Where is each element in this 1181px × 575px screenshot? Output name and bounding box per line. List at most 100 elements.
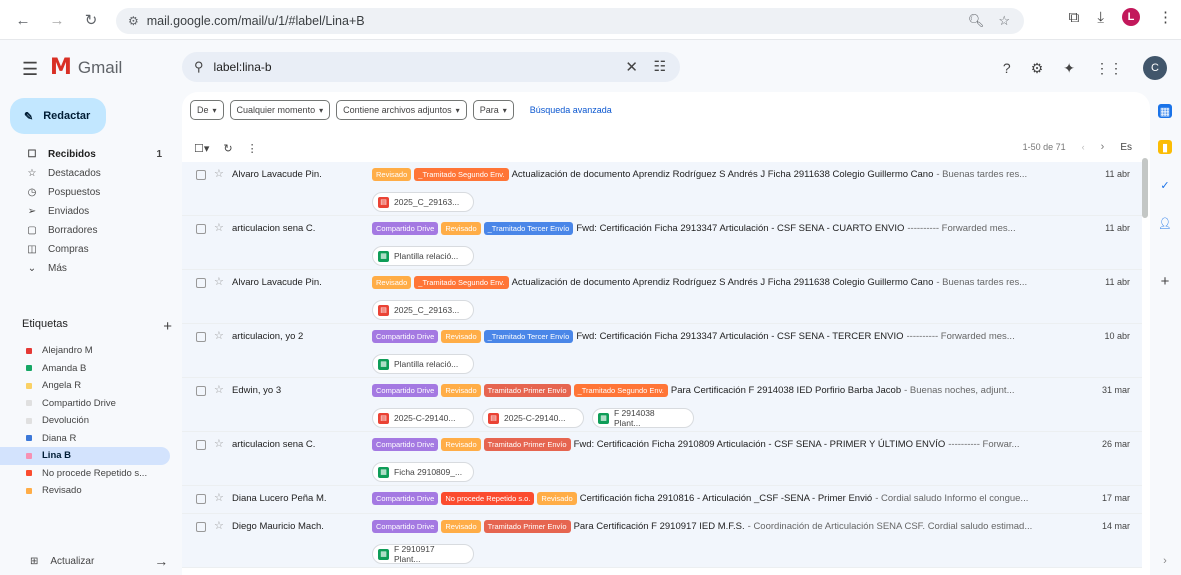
email-label-tag[interactable]: Revisado xyxy=(441,384,481,397)
reload-icon[interactable]: ↻ xyxy=(80,9,102,31)
bookmark-star-icon[interactable]: ☆ xyxy=(998,13,1010,29)
row-checkbox[interactable] xyxy=(196,332,206,342)
sidebar-item-6[interactable]: ⌄ Más xyxy=(0,259,180,278)
filter-chip-0[interactable]: De ▾ xyxy=(190,100,224,120)
star-icon[interactable]: ☆ xyxy=(214,519,224,532)
gmail-logo[interactable]: M Gmail xyxy=(50,57,122,79)
keep-icon[interactable]: ▮ xyxy=(1158,140,1172,154)
row-checkbox[interactable] xyxy=(196,224,206,234)
main-menu-icon[interactable]: ☰ xyxy=(22,59,38,80)
star-icon[interactable]: ☆ xyxy=(214,221,224,234)
browser-menu-icon[interactable]: ⋮ xyxy=(1158,8,1173,26)
back-icon[interactable]: ← xyxy=(12,9,34,31)
label-item-8[interactable]: Revisado xyxy=(0,482,180,500)
row-checkbox[interactable] xyxy=(196,386,206,396)
filter-chip-3[interactable]: Para ▾ xyxy=(472,100,514,120)
row-checkbox[interactable] xyxy=(196,278,206,288)
email-label-tag[interactable]: Revisado xyxy=(441,222,481,235)
row-checkbox[interactable] xyxy=(196,440,206,450)
email-label-tag[interactable]: Compartido Drive xyxy=(372,438,439,451)
tasks-icon[interactable]: ✓ xyxy=(1158,178,1172,192)
email-label-tag[interactable]: _Tramitado Segundo Env. xyxy=(414,276,509,289)
email-label-tag[interactable]: Revisado xyxy=(372,168,412,181)
label-item-0[interactable]: Alejandro M xyxy=(0,342,180,360)
input-tools-language[interactable]: Es xyxy=(1120,142,1132,153)
email-label-tag[interactable]: Compartido Drive xyxy=(372,330,439,343)
forward-icon[interactable]: → xyxy=(46,9,68,31)
filter-chip-1[interactable]: Cualquier momento ▾ xyxy=(229,100,331,120)
attachment-chip[interactable]: ▦ Plantilla relació... xyxy=(372,246,474,266)
filter-chip-2[interactable]: Contiene archivos adjuntos ▾ xyxy=(336,100,467,120)
select-all-checkbox[interactable]: ☐▾ xyxy=(194,142,209,155)
email-label-tag[interactable]: No procede Repetido s.o. xyxy=(441,492,535,505)
compose-button[interactable]: ✎ Redactar xyxy=(10,98,106,134)
settings-gear-icon[interactable]: ⚙ xyxy=(1031,60,1044,77)
label-item-7[interactable]: No procede Repetido s... xyxy=(0,465,180,483)
upgrade-row[interactable]: ⊞ Actualizar → xyxy=(30,553,168,569)
next-page-icon[interactable]: › xyxy=(1101,141,1105,153)
row-checkbox[interactable] xyxy=(196,170,206,180)
email-label-tag[interactable]: Tramitado Primer Envío xyxy=(483,438,571,451)
help-icon[interactable]: ? xyxy=(1003,60,1011,76)
email-label-tag[interactable]: Compartido Drive xyxy=(372,492,439,505)
email-label-tag[interactable]: Compartido Drive xyxy=(372,222,439,235)
attachment-chip[interactable]: ▤ 2025-C-29140... xyxy=(482,408,584,428)
advanced-search-link[interactable]: Búsqueda avanzada xyxy=(530,105,612,115)
email-row[interactable]: ☆ Edwin, yo 3 Compartido Drive Revisado Tram… xyxy=(182,378,1142,432)
star-icon[interactable]: ☆ xyxy=(214,437,224,450)
label-item-1[interactable]: Amanda B xyxy=(0,360,180,378)
email-row[interactable]: ☆ Diana Lucero Peña M. Compartido Drive No … xyxy=(182,486,1142,514)
address-bar[interactable]: ⚙ mail.google.com/mail/u/1/#label/Lina+B… xyxy=(116,8,1024,34)
collapse-panel-icon[interactable]: › xyxy=(1158,554,1172,568)
label-item-5[interactable]: Diana R xyxy=(0,430,180,448)
star-icon[interactable]: ☆ xyxy=(214,491,224,504)
sidebar-item-1[interactable]: ☆ Destacados xyxy=(0,164,180,183)
clear-search-icon[interactable]: ✕ xyxy=(625,58,638,76)
contacts-icon[interactable]: 👤︎ xyxy=(1158,216,1172,230)
apps-grid-icon[interactable]: ⋮⋮ xyxy=(1095,60,1123,77)
star-icon[interactable]: ☆ xyxy=(214,275,224,288)
star-icon[interactable]: ☆ xyxy=(214,167,224,180)
more-actions-icon[interactable]: ⋮ xyxy=(247,142,258,155)
email-label-tag[interactable]: _Tramitado Tercer Envío xyxy=(483,222,574,235)
zoom-icon[interactable]: 🔍︎ xyxy=(968,13,985,29)
email-label-tag[interactable]: Tramitado Primer Envío xyxy=(483,384,571,397)
extensions-icon[interactable]: ⧉ xyxy=(1069,9,1080,26)
row-checkbox[interactable] xyxy=(196,494,206,504)
sidebar-item-0[interactable]: ☐ Recibidos 1 xyxy=(0,145,180,164)
search-input[interactable]: label:lina-b xyxy=(214,60,272,74)
email-label-tag[interactable]: _Tramitado Tercer Envío xyxy=(483,330,574,343)
attachment-chip[interactable]: ▦ Plantilla relació... xyxy=(372,354,474,374)
email-label-tag[interactable]: Compartido Drive xyxy=(372,384,439,397)
search-options-icon[interactable]: ☷ xyxy=(653,58,666,75)
sidebar-item-5[interactable]: ◫ Compras xyxy=(0,240,180,259)
email-label-tag[interactable]: _Tramitado Segundo Env. xyxy=(414,168,509,181)
sidebar-item-2[interactable]: ◷ Pospuestos xyxy=(0,183,180,202)
email-row[interactable]: ☆ articulacion, yo 2 Compartido Drive Revis… xyxy=(182,324,1142,378)
attachment-chip[interactable]: ▦ F 2914038 Plant... xyxy=(592,408,694,428)
add-addon-icon[interactable]: + xyxy=(1158,273,1172,290)
email-label-tag[interactable]: Revisado xyxy=(441,520,481,533)
email-label-tag[interactable]: Revisado xyxy=(372,276,412,289)
email-row[interactable]: ☆ articulacion sena C. Compartido Drive Rev… xyxy=(182,216,1142,270)
search-bar[interactable]: ⚲ label:lina-b ✕ ☷ xyxy=(182,52,680,82)
email-row[interactable]: ☆ Alvaro Lavacude Pin. Revisado _Tramitado … xyxy=(182,270,1142,324)
label-item-4[interactable]: Devolución xyxy=(0,412,180,430)
email-label-tag[interactable]: Tramitado Primer Envío xyxy=(483,520,571,533)
attachment-chip[interactable]: ▦ F 2910917 Plant... xyxy=(372,544,474,564)
label-item-3[interactable]: Compartido Drive xyxy=(0,395,180,413)
arrow-right-icon[interactable]: → xyxy=(154,553,168,569)
scrollbar[interactable] xyxy=(1142,158,1148,218)
email-label-tag[interactable]: Compartido Drive xyxy=(372,520,439,533)
row-checkbox[interactable] xyxy=(196,522,206,532)
email-row[interactable]: ☆ Diego Mauricio Mach. Compartido Drive Rev… xyxy=(182,514,1142,568)
label-item-6[interactable]: Lina B xyxy=(0,447,170,465)
search-icon[interactable]: ⚲ xyxy=(194,59,204,75)
star-icon[interactable]: ☆ xyxy=(214,383,224,396)
star-icon[interactable]: ☆ xyxy=(214,329,224,342)
email-row[interactable]: ☆ articulacion sena C. Compartido Drive Rev… xyxy=(182,432,1142,486)
email-label-tag[interactable]: _Tramitado Segundo Env. xyxy=(573,384,668,397)
attachment-chip[interactable]: ▤ 2025_C_29163... xyxy=(372,192,474,212)
refresh-icon[interactable]: ↻ xyxy=(223,142,232,155)
email-label-tag[interactable]: Revisado xyxy=(537,492,577,505)
